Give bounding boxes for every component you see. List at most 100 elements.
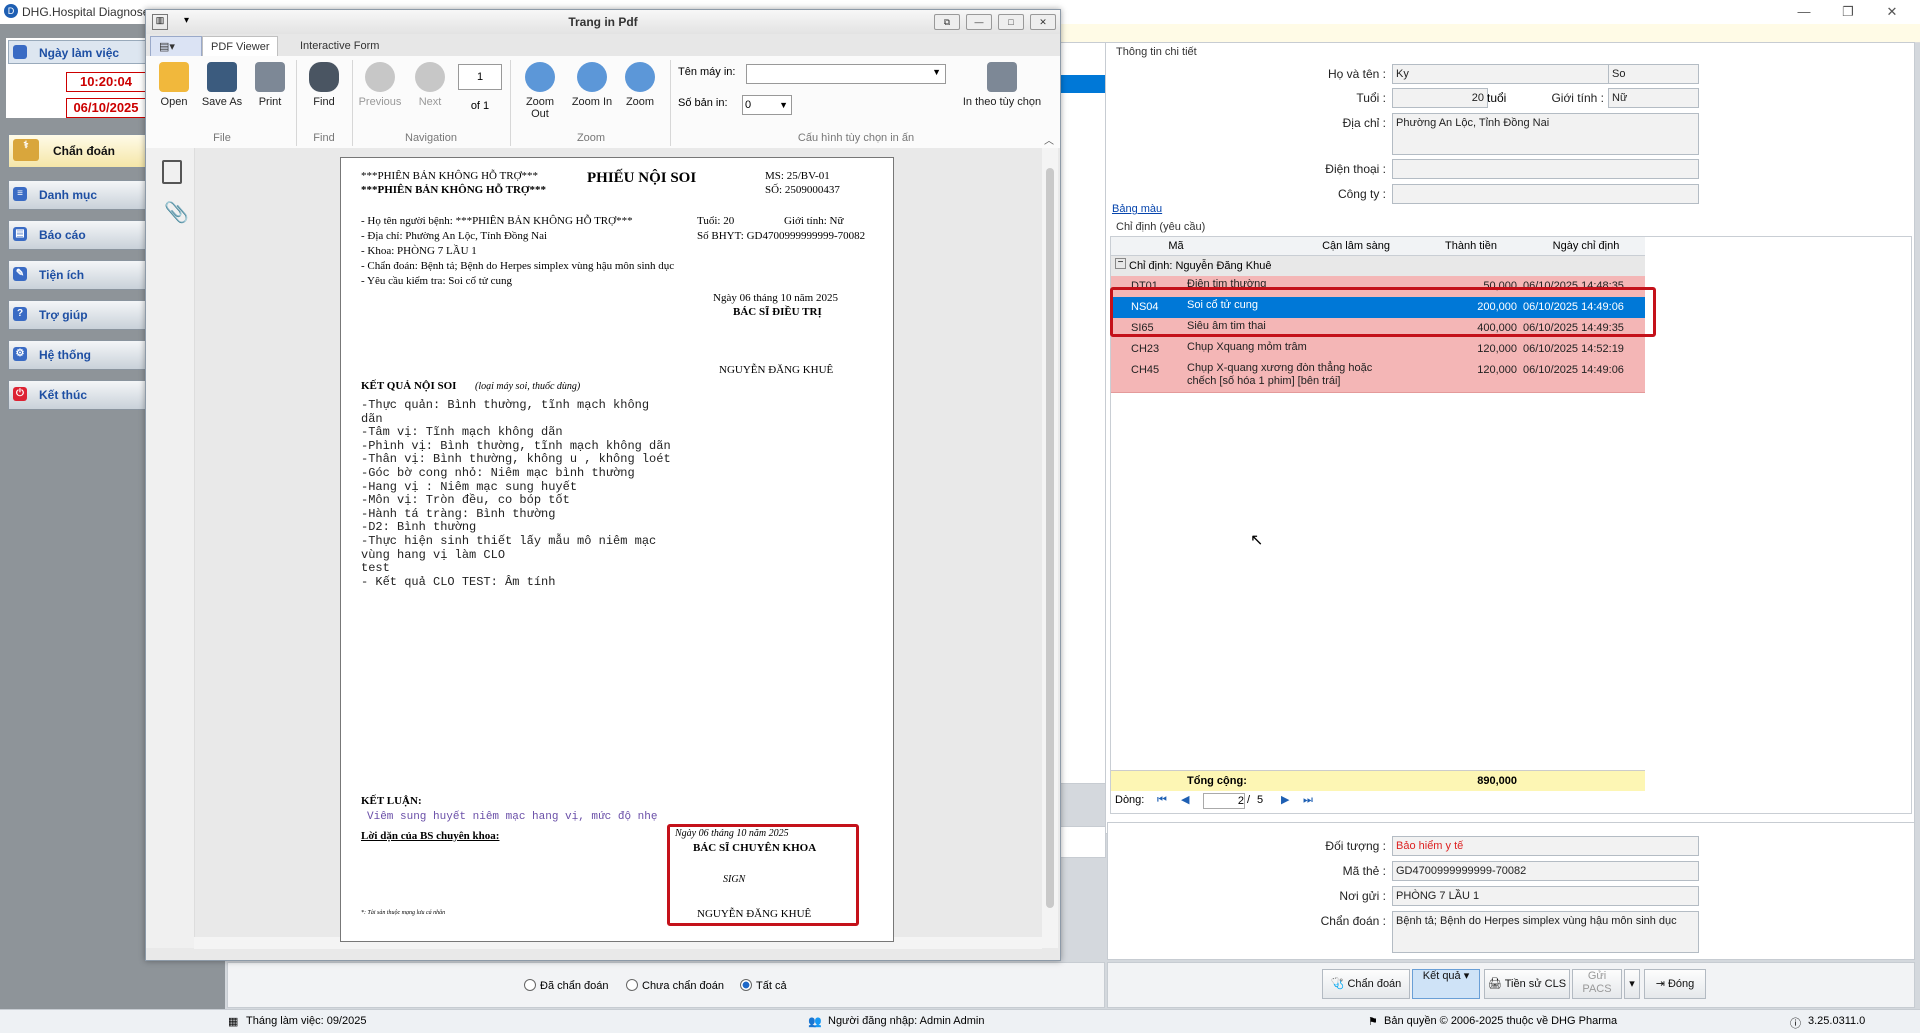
zoom-in-icon xyxy=(577,62,607,92)
sidebar-item-catalog[interactable]: ≡ Danh mục xyxy=(8,180,146,210)
tab-interactive-form[interactable]: Interactive Form xyxy=(292,36,387,56)
find-button[interactable]: Find xyxy=(300,62,348,108)
last-name-field[interactable]: So xyxy=(1608,64,1699,84)
pdf-side-panel: 📎 xyxy=(146,148,195,948)
object-field[interactable]: Bảo hiểm y tế xyxy=(1392,836,1699,856)
card-field[interactable]: GD4700999999999-70082 xyxy=(1392,861,1699,881)
radio-icon[interactable] xyxy=(524,979,536,991)
col-test[interactable]: Cận lâm sàng xyxy=(1281,238,1431,254)
address-field[interactable]: Phường An Lộc, Tỉnh Đồng Nai xyxy=(1392,113,1699,155)
search-box[interactable] xyxy=(1060,826,1106,858)
radio-selected-icon[interactable] xyxy=(740,979,752,991)
print-button[interactable]: Print xyxy=(246,62,294,108)
sidebar-item-exit[interactable]: ⏻ Kết thúc xyxy=(8,380,146,410)
first-name-field[interactable]: Ky xyxy=(1392,64,1609,84)
page-number-input[interactable]: 1 xyxy=(458,64,502,90)
table-cell-code: CH23 xyxy=(1131,343,1160,355)
history-button[interactable]: 🖨 Tiền sử CLS xyxy=(1484,969,1570,999)
work-month: Tháng làm việc: 09/2025 xyxy=(246,1015,367,1027)
filter-undiagnosed[interactable]: Chưa chẩn đoán xyxy=(626,979,724,992)
sidebar-item-reports[interactable]: ▤ Báo cáo xyxy=(8,220,146,250)
print-custom-button[interactable]: In theo tùy chọn xyxy=(962,62,1042,108)
previous-label: Previous xyxy=(358,96,402,108)
working-date-label: Ngày làm việc xyxy=(39,46,120,60)
arrow-up-icon xyxy=(365,62,395,92)
tab-pdf-viewer[interactable]: PDF Viewer xyxy=(202,36,279,57)
pdf-maximize-icon[interactable]: □ xyxy=(998,14,1024,30)
filter-diagnosed[interactable]: Đã chẩn đoán xyxy=(524,979,609,992)
phone-field[interactable] xyxy=(1392,159,1699,179)
previous-button[interactable]: Previous xyxy=(356,62,404,108)
pages-icon[interactable] xyxy=(162,160,182,184)
save-as-button[interactable]: Save As xyxy=(198,62,246,108)
vertical-scrollbar[interactable] xyxy=(1042,148,1058,948)
col-code[interactable]: Mã xyxy=(1146,238,1206,254)
scroll-thumb[interactable] xyxy=(1046,168,1054,908)
app-menu-icon[interactable]: ▤▾ xyxy=(150,36,202,58)
selected-patient-row[interactable] xyxy=(1061,75,1105,93)
sidebar-item-diagnose[interactable]: ⚕ Chẩn đoán xyxy=(8,134,146,168)
printer-select[interactable]: ▼ xyxy=(746,64,946,84)
collapse-icon[interactable]: − xyxy=(1115,258,1126,269)
color-table-link[interactable]: Bảng màu xyxy=(1112,203,1162,215)
result-line: -Thân vị: Bình thường, không u , không l… xyxy=(361,452,671,467)
signature-highlight-frame xyxy=(667,824,859,926)
diagnose-icon: 🩺 xyxy=(1330,978,1345,990)
close-button[interactable]: ⇥ Đóng xyxy=(1644,969,1706,999)
send-field[interactable]: PHÒNG 7 LẦU 1 xyxy=(1392,886,1699,906)
pdf-print-window: ▥ ▾ Trang in Pdf ⧉ — □ ✕ ▤▾ PDF Viewer I… xyxy=(145,9,1061,961)
col-price[interactable]: Thành tiền xyxy=(1421,238,1521,254)
table-row[interactable]: CH45 Chụp X-quang xương đòn thẳng hoặc ch… xyxy=(1111,360,1645,393)
open-button[interactable]: Open xyxy=(150,62,198,108)
pdf-minimize-icon[interactable]: — xyxy=(966,14,992,30)
attachment-icon[interactable]: 📎 xyxy=(164,200,189,225)
sidebar-item-help[interactable]: ? Trợ giúp xyxy=(8,300,146,330)
first-record-icon[interactable]: ⏮ xyxy=(1157,792,1167,808)
zoom-in-button[interactable]: Zoom In xyxy=(568,62,616,108)
zoom-out-button[interactable]: Zoom Out xyxy=(516,62,564,120)
pdf-ribbon: Open Save As Print File Find Find Previo… xyxy=(146,56,1060,149)
maximize-icon[interactable]: ❐ xyxy=(1828,2,1868,22)
send-pacs-button[interactable]: Gửi PACS xyxy=(1572,969,1622,999)
close-icon[interactable]: ✕ xyxy=(1872,2,1912,22)
copies-label: Số bản in: xyxy=(678,97,728,109)
group-row[interactable]: − Chỉ định: Nguyễn Đăng Khuê xyxy=(1111,256,1645,277)
col-date[interactable]: Ngày chỉ định xyxy=(1526,238,1646,254)
nav-current-input[interactable]: 2 xyxy=(1203,793,1245,809)
gender-field[interactable]: Nữ xyxy=(1608,88,1699,108)
minimize-icon[interactable]: — xyxy=(1784,2,1824,22)
version: 3.25.0311.0 xyxy=(1808,1015,1866,1027)
table-cell-price: 120,000 xyxy=(1477,343,1517,355)
diag-field[interactable]: Bệnh tả; Bệnh do Herpes simplex vùng hậu… xyxy=(1392,911,1699,953)
sidebar-item-label: Kết thúc xyxy=(39,388,87,402)
radio-icon[interactable] xyxy=(626,979,638,991)
sidebar-item-system[interactable]: ⚙ Hệ thống xyxy=(8,340,146,370)
filter-label: Tất cả xyxy=(756,980,787,992)
filter-all[interactable]: Tất cả xyxy=(740,979,787,992)
table-row[interactable]: CH23 Chụp Xquang mỏm trâm 120,000 06/10/202… xyxy=(1111,339,1645,361)
pdf-close-icon[interactable]: ✕ xyxy=(1030,14,1056,30)
sidebar-item-utilities[interactable]: ✎ Tiện ích xyxy=(8,260,146,290)
result-button[interactable]: Kết quả ▾ xyxy=(1412,969,1480,999)
send-pacs-dropdown-icon[interactable]: ▾ xyxy=(1624,969,1640,999)
diagnose-button[interactable]: 🩺 Chẩn đoán xyxy=(1322,969,1410,999)
prev-record-icon[interactable]: ◀ xyxy=(1181,792,1189,808)
patient-dept: - Khoa: PHÒNG 7 LẦU 1 xyxy=(361,245,477,257)
next-record-icon[interactable]: ▶ xyxy=(1281,792,1289,808)
next-button[interactable]: Next xyxy=(406,62,454,108)
copies-select[interactable]: 0 ▼ xyxy=(742,95,792,115)
zoom-out-label: Zoom Out xyxy=(525,96,555,120)
ribbon-separator xyxy=(510,60,511,146)
age-field[interactable]: 20 xyxy=(1392,88,1488,108)
power-icon: ⏻ xyxy=(13,387,27,401)
chevron-down-icon: ▼ xyxy=(932,67,941,77)
diag-label: Chẩn đoán : xyxy=(1320,914,1386,928)
pdf-restore-icon[interactable]: ⧉ xyxy=(934,14,960,30)
last-record-icon[interactable]: ⏭ xyxy=(1303,792,1313,808)
collapse-ribbon-icon[interactable]: ︿ xyxy=(1044,132,1054,147)
result-label: Kết quả xyxy=(1422,970,1461,982)
total-value: 890,000 xyxy=(1477,775,1517,787)
patient-name: - Họ tên người bệnh: ***PHIÊN BẢN KHÔNG … xyxy=(361,215,633,227)
company-field[interactable] xyxy=(1392,184,1699,204)
zoom-button[interactable]: Zoom xyxy=(616,62,664,108)
